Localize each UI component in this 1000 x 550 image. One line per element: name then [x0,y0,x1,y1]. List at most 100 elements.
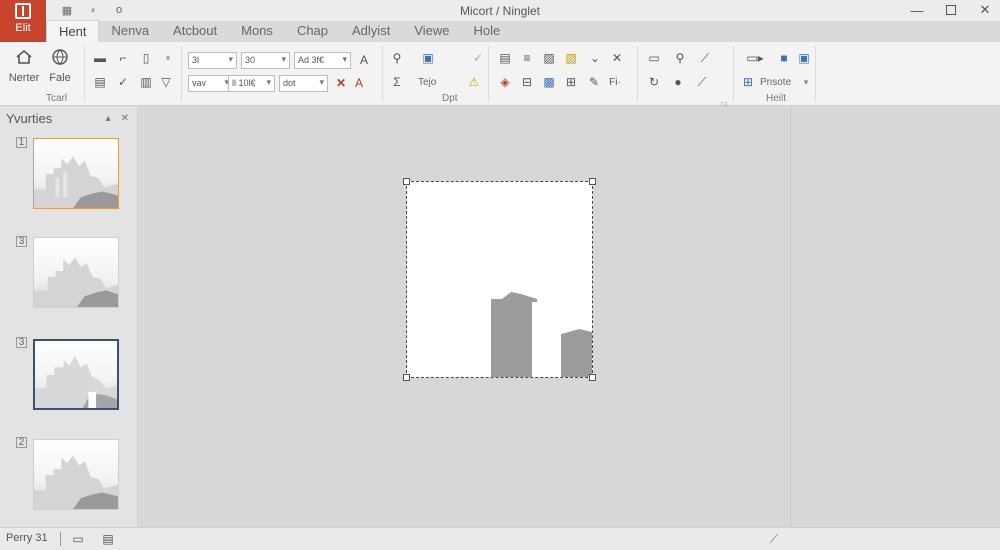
font-color-icon[interactable]: A [351,75,367,91]
city-thumb-image [34,440,118,509]
pen-icon[interactable]: ✎ [586,74,602,90]
close-icon[interactable]: ✕ [978,1,992,19]
ribbon-tabs: Hent Nenva Atcbout Mons Chap Adlyist Vie… [46,20,512,42]
editing-canvas[interactable] [139,107,789,527]
arrange-icon[interactable]: ⊞ [563,74,579,90]
slide-icon[interactable]: ⊞ [740,74,756,90]
tejo-label[interactable]: Tejo [418,77,436,88]
brush-icon[interactable]: ⟋ [694,74,710,90]
note-icon[interactable]: ▧ [563,50,579,66]
slide-thumbnail[interactable] [33,237,119,308]
blue-square-icon[interactable]: ■ [776,50,792,66]
cut-icon[interactable]: ▬ [92,50,108,66]
comments-icon[interactable]: ▤ [100,531,116,547]
tab-chap[interactable]: Chap [285,20,340,42]
pnsote-button[interactable]: Pnsote [760,77,791,88]
file-menu-button[interactable]: Elit [0,0,46,42]
spacing-combo[interactable]: ll 10l€ [228,75,275,92]
slide-thumbnail-selected[interactable] [33,339,119,410]
sum-icon[interactable]: Σ [389,74,405,90]
fill-icon[interactable]: ● [670,74,686,90]
clear-format-icon[interactable]: ✕ [333,75,349,91]
blue-frame-icon[interactable]: ▣ [796,50,812,66]
window-controls: — ✕ [910,1,992,19]
battery-icon[interactable]: ▭▸ [742,50,768,66]
tab-atcbout[interactable]: Atcbout [161,20,229,42]
nerter-label: Nerter [8,72,40,84]
fale-label: Fale [49,72,71,84]
rectangle-icon[interactable]: ▭ [646,50,662,66]
slides-pane: Yvurties ▴ ✕ 1 3 3 2 [0,107,138,527]
tab-nenva[interactable]: Nenva [99,20,161,42]
app-icon [15,3,31,19]
paste-special-icon[interactable]: ⌐ [115,50,131,66]
warning-icon[interactable]: ⚠ [466,74,482,90]
brush-icon[interactable]: ⸗ [86,3,100,17]
quick-access-toolbar: ▦ ⸗ o [60,3,126,17]
grid-icon[interactable]: ▦ [60,3,74,17]
ribbon-separator [181,46,182,102]
list-icon[interactable]: ▤ [92,74,108,90]
notes-icon[interactable]: ▭ [70,531,86,547]
resize-handle-top-right[interactable] [589,178,596,185]
search-icon[interactable]: ⚲ [672,50,688,66]
copy-icon[interactable]: ▨ [541,50,557,66]
slide-thumbnail[interactable] [33,439,119,510]
weight-combo[interactable]: dot [279,75,328,92]
close-small-icon[interactable]: ✕ [609,50,625,66]
pane-options-icon[interactable]: ▴ [106,113,111,124]
status-bar: Perry 31 ▭ ▤ ⟋ [0,527,1000,550]
format-combo[interactable]: vav [188,75,233,92]
dropdown-icon[interactable]: ▾ [160,50,176,66]
dropdown-icon[interactable]: ▾ [798,74,814,90]
shape-icon[interactable]: ◈ [497,74,513,90]
fale-button[interactable]: Fale [42,48,78,84]
refresh-icon[interactable]: ↻ [646,74,662,90]
ribbon-separator [733,46,734,102]
find-icon[interactable]: ⚲ [389,50,405,66]
check-icon[interactable]: ✓ [115,74,131,90]
ribbon-separator [84,46,85,102]
lines-icon[interactable]: ≡ [519,50,535,66]
redo-icon[interactable]: o [112,3,126,17]
nerter-button[interactable]: Nerter [6,48,42,84]
maximize-icon[interactable] [944,1,958,19]
font-combo[interactable]: 3l [188,52,237,69]
home-icon [15,48,33,66]
tab-hole[interactable]: Hole [462,20,513,42]
tab-adlyist[interactable]: Adlyist [340,20,402,42]
image-icon[interactable]: ▩ [541,74,557,90]
grow-font-icon[interactable]: A [356,52,372,68]
size-combo[interactable]: 30 [241,52,290,69]
pin-icon[interactable]: ⟋ [766,531,782,547]
slide-number: 3 [16,236,27,247]
tab-mons[interactable]: Mons [229,20,285,42]
resize-handle-bottom-right[interactable] [589,374,596,381]
title-bar: ▦ ⸗ o Micort / Ninglet — ✕ [0,0,1000,22]
slide-placeholder[interactable] [403,178,596,381]
resize-handle-bottom-left[interactable] [403,374,410,381]
page-icon[interactable]: ▣ [420,50,436,66]
side-panel [790,107,1000,527]
wand-icon[interactable]: ⟋ [697,50,713,66]
align-icon[interactable]: ⊟ [519,74,535,90]
check-small-icon[interactable]: ✓ [470,50,486,66]
document-icon[interactable]: ▯ [138,50,154,66]
minimize-icon[interactable]: — [910,1,924,19]
table-icon[interactable]: ▤ [497,50,513,66]
globe-icon [51,48,69,66]
more-icon[interactable]: Fi· [607,74,623,90]
tab-viewe[interactable]: Viewe [402,20,461,42]
filter-icon[interactable]: ▽ [158,74,174,90]
resize-handle-top-left[interactable] [403,178,410,185]
pane-close-icon[interactable]: ✕ [121,113,129,124]
city-thumb-image [34,238,118,307]
tab-hent[interactable]: Hent [46,20,100,42]
slide-thumbnail[interactable] [33,138,119,209]
group-label-dpt: Dpt [442,93,458,104]
style-combo[interactable]: Ad 3f€ [294,52,351,69]
pane-title: Yvurties [6,111,53,126]
chevron-down-icon[interactable]: ⌄ [587,50,603,66]
clipboard-icon[interactable]: ▥ [138,74,154,90]
pane-controls: ▴ ✕ [106,113,129,124]
